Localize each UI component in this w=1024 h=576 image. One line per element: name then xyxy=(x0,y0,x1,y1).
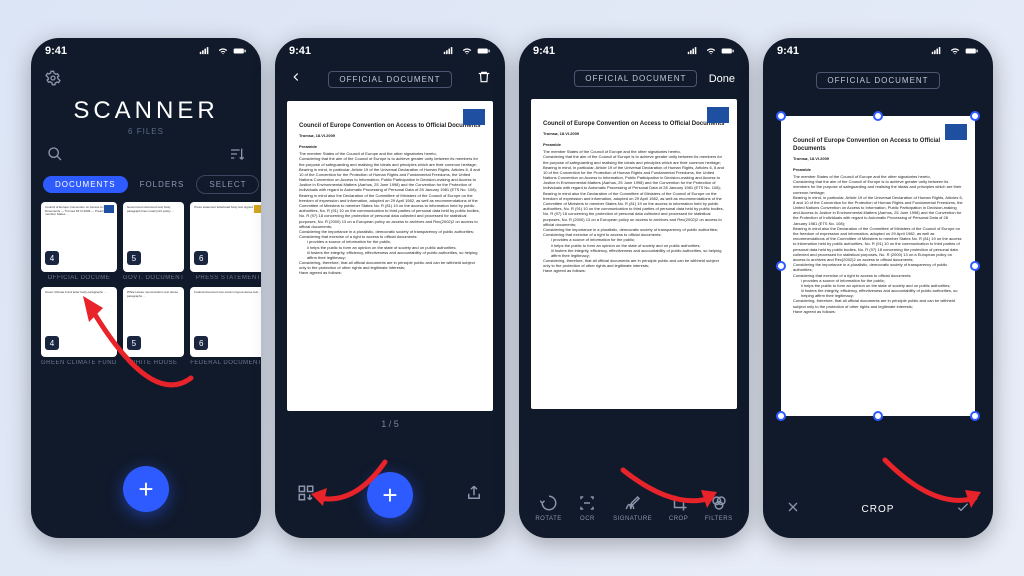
cancel-crop-icon[interactable] xyxy=(785,499,801,520)
crop-handle[interactable] xyxy=(873,111,883,121)
tile-federal-documents[interactable]: Federal document two-column layout dense… xyxy=(190,287,261,366)
share-icon[interactable] xyxy=(465,484,483,507)
doc-badge: OFFICIAL DOCUMENT xyxy=(816,72,939,89)
crop-handle[interactable] xyxy=(873,411,883,421)
document-preview[interactable]: Council of Europe Convention on Access t… xyxy=(287,101,493,411)
delete-icon[interactable] xyxy=(477,70,491,89)
status-time: 9:41 xyxy=(533,45,555,57)
status-time: 9:41 xyxy=(289,45,311,57)
add-page-button[interactable]: + xyxy=(367,472,413,518)
select-button[interactable]: SELECT xyxy=(196,175,259,194)
tool-crop[interactable]: CROP xyxy=(669,494,688,522)
coe-logo xyxy=(707,107,729,123)
tool-ocr[interactable]: OCR xyxy=(578,494,596,522)
sort-icon[interactable] xyxy=(229,146,245,167)
coe-logo xyxy=(945,124,967,140)
tile-official-document[interactable]: Council of Europe Convention on Access t… xyxy=(41,202,117,281)
status-icons xyxy=(199,46,247,56)
document-preview[interactable]: Council of Europe Convention on Access t… xyxy=(531,99,737,409)
crop-handle[interactable] xyxy=(970,261,980,271)
doc-badge: OFFICIAL DOCUMENT xyxy=(328,71,451,88)
status-bar: 9:41 xyxy=(275,38,505,64)
status-time: 9:41 xyxy=(777,45,799,57)
document-preview: Council of Europe Convention on Access t… xyxy=(781,116,975,416)
tab-documents[interactable]: DOCUMENTS xyxy=(43,176,128,193)
tile-white-house[interactable]: White House memorandum text dense paragr… xyxy=(123,287,184,366)
status-icons xyxy=(443,46,491,56)
app-title: SCANNER xyxy=(31,97,261,125)
doc-badge: OFFICIAL DOCUMENT xyxy=(574,70,697,87)
reorder-icon[interactable] xyxy=(297,484,315,507)
status-time: 9:41 xyxy=(45,45,67,57)
crop-handle[interactable] xyxy=(776,261,786,271)
tool-signature[interactable]: SIGNATURE xyxy=(613,494,652,522)
add-scan-button[interactable]: + xyxy=(123,466,169,512)
status-bar: 9:41 xyxy=(31,38,261,64)
document-grid: Council of Europe Convention on Access t… xyxy=(31,202,261,366)
search-icon[interactable] xyxy=(47,146,63,167)
tool-rotate[interactable]: ROTATE xyxy=(535,494,561,522)
status-bar: 9:41 xyxy=(763,38,993,64)
coe-logo xyxy=(463,109,485,125)
crop-handle[interactable] xyxy=(970,411,980,421)
phone-screen-preview: 9:41 OFFICIAL DOCUMENT Council of Europe… xyxy=(275,38,505,538)
crop-handle[interactable] xyxy=(776,411,786,421)
tile-govt-document[interactable]: Government document text body paragraph … xyxy=(123,202,184,281)
page-indicator: 1 / 5 xyxy=(275,419,505,429)
done-button[interactable]: Done xyxy=(709,73,735,85)
crop-frame[interactable]: Council of Europe Convention on Access t… xyxy=(781,116,975,416)
tile-green-climate[interactable]: Green Climate Fund letter body paragraph… xyxy=(41,287,117,366)
status-icons xyxy=(687,46,735,56)
phone-screen-edit: 9:41 OFFICIAL DOCUMENT Done Council of E… xyxy=(519,38,749,538)
edit-toolbar: ROTATE OCR SIGNATURE CROP FILTERS xyxy=(519,494,749,522)
phone-screen-crop: 9:41 OFFICIAL DOCUMENT Council of Europe… xyxy=(763,38,993,538)
status-bar: 9:41 xyxy=(519,38,749,64)
back-icon[interactable] xyxy=(289,70,303,89)
crop-handle[interactable] xyxy=(776,111,786,121)
tool-filters[interactable]: FILTERS xyxy=(705,494,733,522)
confirm-crop-icon[interactable] xyxy=(955,499,971,520)
crop-label: CROP xyxy=(862,504,895,515)
tab-folders[interactable]: FOLDERS xyxy=(128,176,197,193)
tile-press-statement[interactable]: Press statement letterhead body text sig… xyxy=(190,202,261,281)
phone-screen-library: 9:41 SCANNER 6 FILES DOCUMENTS FOLDERS S… xyxy=(31,38,261,538)
crop-handle[interactable] xyxy=(970,111,980,121)
file-count: 6 FILES xyxy=(31,127,261,136)
settings-icon[interactable] xyxy=(45,70,61,91)
status-icons xyxy=(931,46,979,56)
